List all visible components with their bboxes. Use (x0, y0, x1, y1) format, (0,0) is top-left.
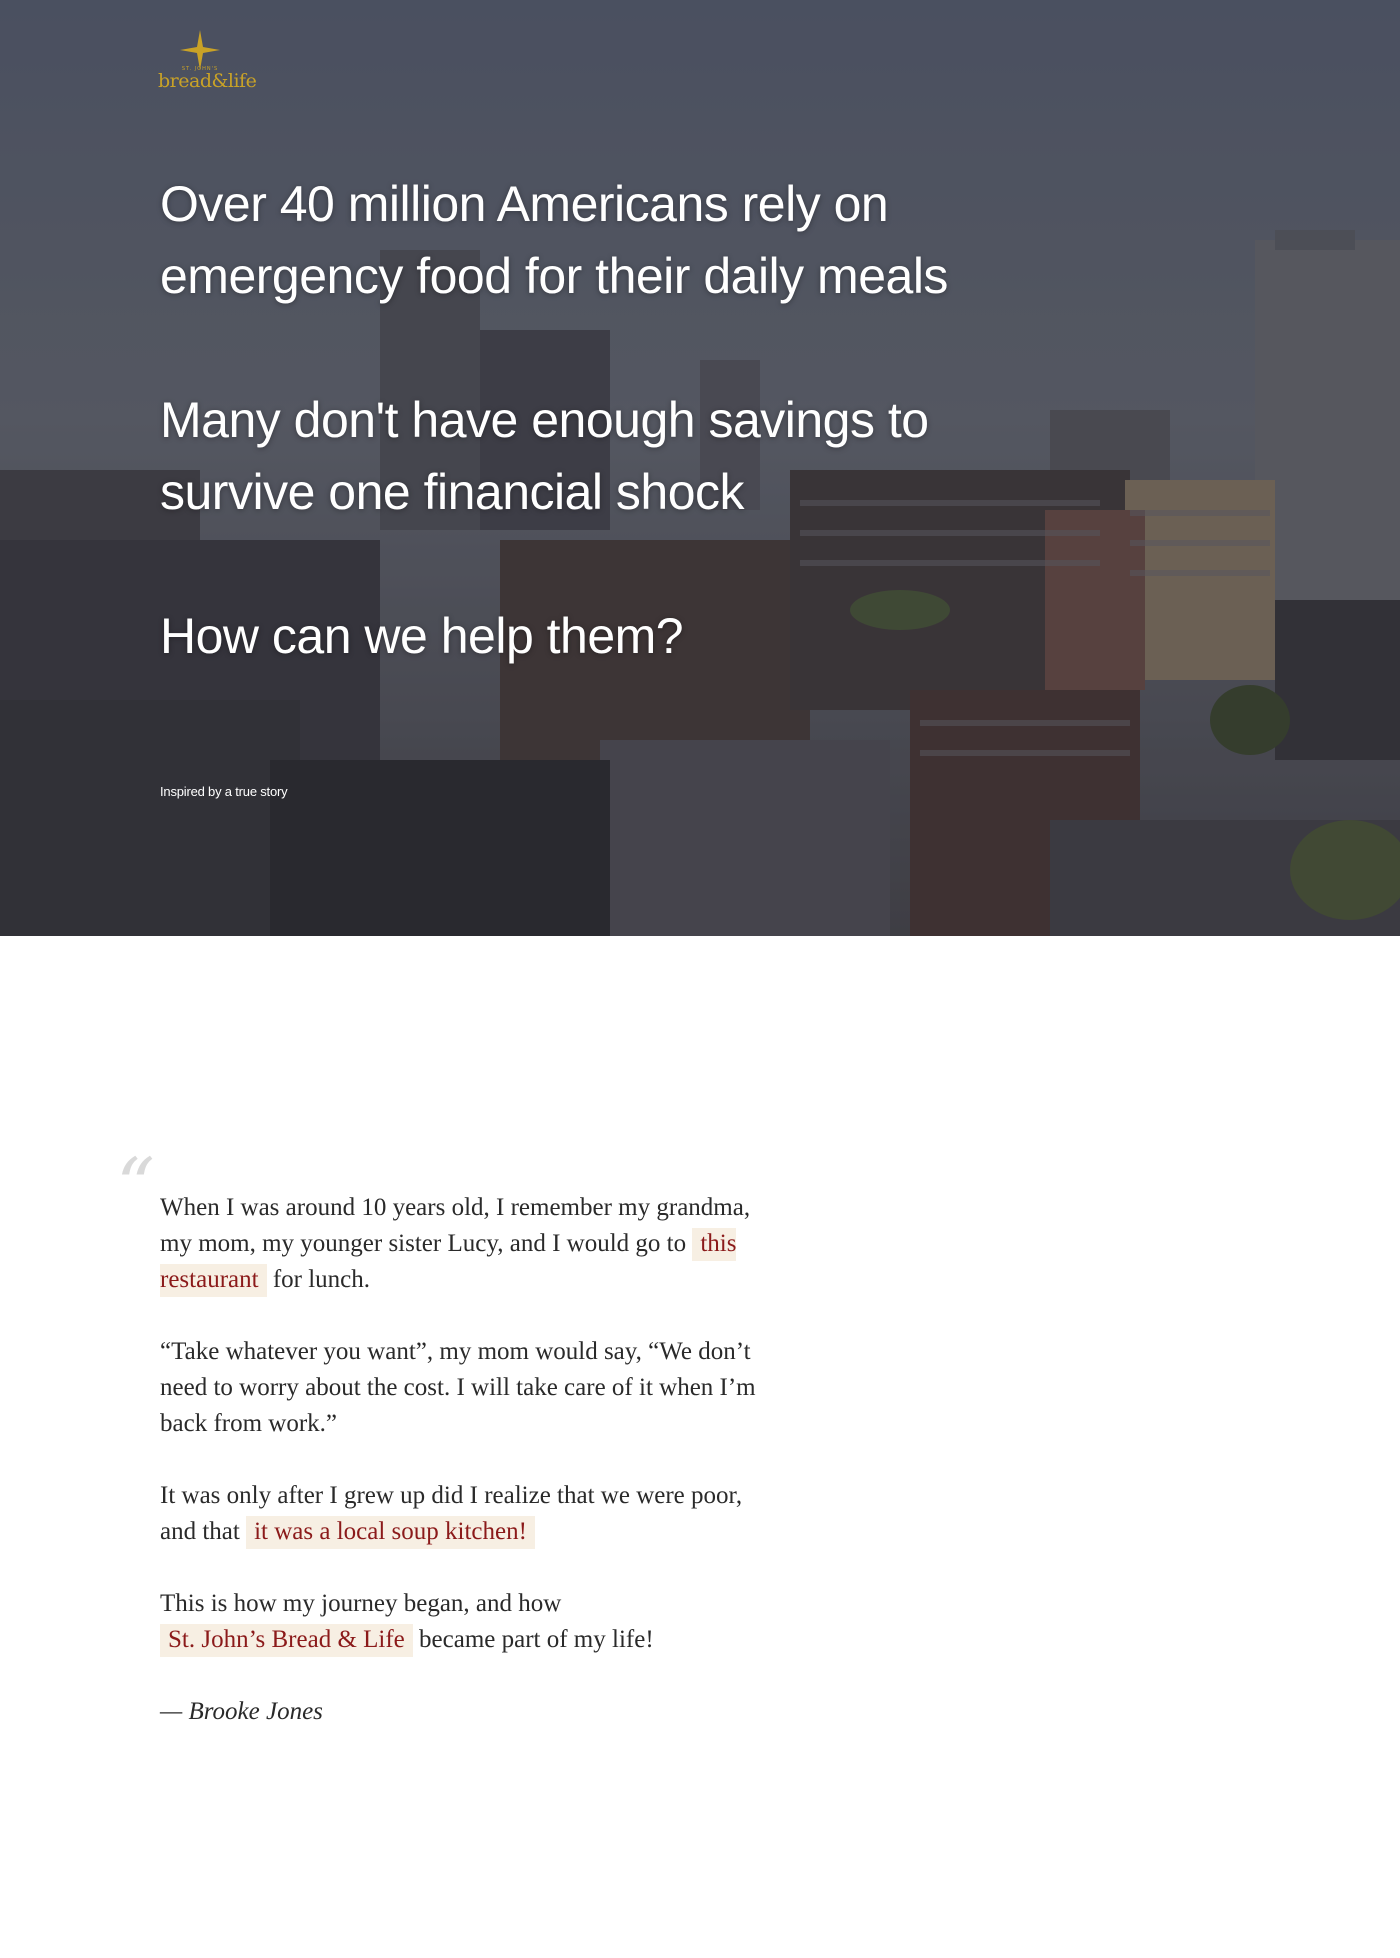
story-paragraph: “Take whatever you want”, my mom would s… (160, 1338, 756, 1437)
headline-question: How can we help them? (160, 608, 684, 664)
bread-and-life-link[interactable]: St. John’s Bread & Life (160, 1624, 413, 1657)
headline-savings: Many don't have enough savings to surviv… (160, 392, 929, 520)
story-text-segment: became part of my life! (412, 1626, 654, 1653)
story-paragraph: This is how my journey began, and how St… (160, 1586, 780, 1658)
brand-logo[interactable]: ST. JOHN'S bread&life (158, 30, 257, 92)
story-text-segment: When I was around 10 years old, I rememb… (160, 1194, 751, 1257)
soup-kitchen-link[interactable]: it was a local soup kitchen! (246, 1516, 535, 1549)
story-signature: — Brooke Jones (160, 1698, 323, 1725)
hero-section: ST. JOHN'S bread&life Over 40 million Am… (0, 0, 1400, 936)
story-text-segment: for lunch. (266, 1266, 371, 1293)
hero-caption: Inspired by a true story (160, 784, 288, 799)
headline-stat: Over 40 million Americans rely on emerge… (160, 176, 948, 304)
story-text: When I was around 10 years old, I rememb… (160, 1190, 780, 1766)
story-text-segment: This is how my journey began, and how (160, 1590, 562, 1617)
quote-mark-icon: “ (116, 1141, 155, 1230)
star-cross-icon (180, 30, 220, 70)
story-paragraph: When I was around 10 years old, I rememb… (160, 1190, 780, 1298)
story-paragraph: It was only after I grew up did I realiz… (160, 1478, 780, 1550)
brand-wordmark: bread&life (158, 70, 257, 92)
